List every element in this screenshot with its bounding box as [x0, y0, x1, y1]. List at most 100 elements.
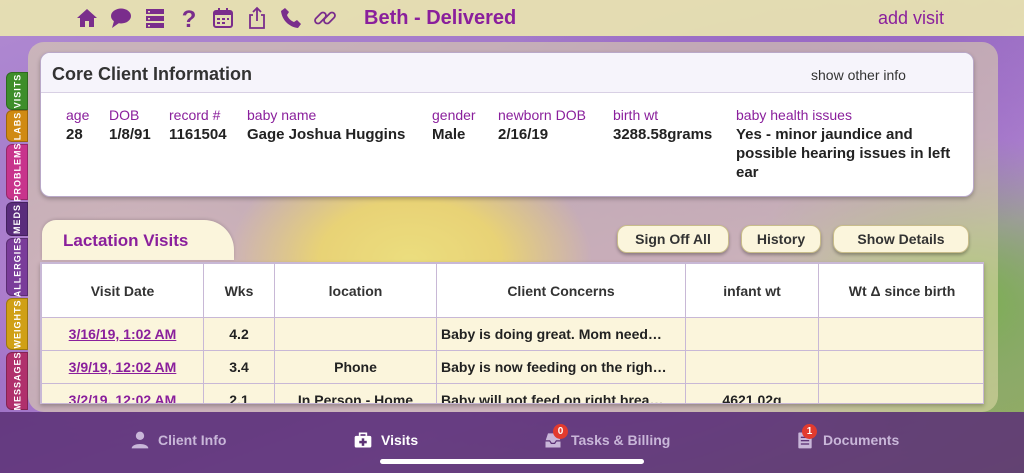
cell-wt-delta — [818, 317, 983, 351]
field-value: Yes - minor jaundice and possible hearin… — [736, 126, 951, 181]
cell-location: In Person - Home — [274, 383, 437, 403]
side-tab-label: Meds — [12, 203, 23, 235]
table-row[interactable]: 3/2/19, 12:02 AM 2.1 In Person - Home Ba… — [41, 383, 983, 403]
field-label: gender — [432, 107, 476, 123]
tab-client-info[interactable]: Client Info — [130, 430, 226, 450]
side-tab-labs[interactable]: Labs — [6, 110, 28, 142]
tab-label: Tasks & Billing — [571, 432, 671, 448]
field-birth-wt: birth wt 3288.58grams — [613, 107, 712, 144]
visit-date-link[interactable]: 3/9/19, 12:02 AM — [41, 350, 204, 384]
field-label: baby name — [247, 107, 317, 123]
table-header-row: Visit Date Wks location Client Concerns … — [41, 263, 983, 318]
side-tab-meds[interactable]: Meds — [6, 202, 28, 236]
side-tab-messages[interactable]: Messages — [6, 351, 28, 411]
tab-visits[interactable]: Visits — [353, 430, 418, 450]
lactation-visits-table: Visit Date Wks location Client Concerns … — [40, 262, 984, 404]
side-tab-label: Weights — [12, 299, 22, 349]
side-tab-visits[interactable]: Visits — [6, 72, 28, 110]
cell-location: Phone — [274, 350, 437, 384]
side-tab-label: Messages — [12, 351, 23, 411]
side-tab-label: Problems — [12, 142, 23, 202]
field-value: Gage Joshua Huggins — [247, 126, 406, 143]
tab-tasks-billing[interactable]: 0 Tasks & Billing — [543, 424, 671, 450]
person-icon — [131, 431, 149, 449]
show-other-info-button[interactable]: show other info — [811, 67, 906, 83]
link-icon[interactable] — [310, 2, 340, 34]
column-header-visit-date[interactable]: Visit Date — [41, 263, 204, 318]
side-tab-allergies[interactable]: Allergies — [6, 236, 28, 298]
lactation-visits-title: Lactation Visits — [63, 231, 189, 250]
field-label: record # — [169, 107, 221, 123]
tab-label: Visits — [381, 432, 419, 448]
tasks-badge: 0 — [553, 424, 568, 439]
field-value: 3288.58grams — [613, 126, 713, 143]
field-value: 1161504 — [169, 126, 227, 143]
lactation-visits-tab: Lactation Visits — [42, 220, 234, 260]
field-label: birth wt — [613, 107, 659, 123]
documents-badge: 1 — [802, 424, 817, 439]
field-baby-name: baby name Gage Joshua Huggins — [247, 107, 405, 144]
field-age: age 28 — [66, 107, 89, 144]
column-header-concerns[interactable]: Client Concerns — [436, 263, 686, 318]
side-tab-label: Labs — [12, 111, 22, 141]
field-dob: DOB 1/8/91 — [109, 107, 151, 144]
top-icon-bar: ? — [72, 2, 340, 34]
field-label: baby health issues — [736, 107, 852, 123]
cell-location — [274, 317, 437, 351]
cell-wt-delta — [818, 350, 983, 384]
side-tab-label: Allergies — [12, 236, 23, 298]
field-value: 1/8/91 — [109, 126, 151, 143]
side-tab-problems[interactable]: Problems — [6, 142, 28, 202]
field-value: 2/16/19 — [498, 126, 549, 143]
tab-label: Documents — [823, 432, 900, 448]
visit-date-link[interactable]: 3/2/19, 12:02 AM — [41, 383, 204, 403]
home-icon[interactable] — [72, 2, 102, 34]
page-title: Beth - Delivered — [364, 7, 517, 29]
core-client-title: Core Client Information — [52, 64, 253, 84]
cell-wks: 4.2 — [203, 317, 275, 351]
list-icon[interactable] — [140, 2, 170, 34]
column-header-wt-delta[interactable]: Wt Δ since birth — [818, 263, 983, 318]
show-details-button[interactable]: Show Details — [833, 225, 969, 253]
share-icon[interactable] — [242, 2, 272, 34]
field-label: newborn DOB — [498, 107, 586, 123]
visit-date-link[interactable]: 3/16/19, 1:02 AM — [41, 317, 204, 351]
cell-infant-wt — [685, 350, 819, 384]
table-row[interactable]: 3/16/19, 1:02 AM 4.2 Baby is doing great… — [41, 317, 983, 351]
field-gender: gender Male — [432, 107, 476, 144]
column-header-location[interactable]: location — [274, 263, 437, 318]
core-client-header: Core Client Information show other info — [41, 53, 973, 93]
cell-concerns: Baby will not feed on right brea… — [436, 383, 686, 403]
field-value: 28 — [66, 126, 83, 143]
tab-label: Client Info — [158, 432, 227, 448]
home-indicator[interactable] — [380, 459, 644, 464]
field-baby-health: baby health issues Yes - minor jaundice … — [736, 107, 971, 182]
column-header-infant-wt[interactable]: infant wt — [685, 263, 819, 318]
field-value: Male — [432, 126, 466, 143]
field-label: DOB — [109, 107, 140, 123]
cell-wks: 3.4 — [203, 350, 275, 384]
cell-infant-wt — [685, 317, 819, 351]
add-visit-button[interactable]: add visit — [878, 8, 944, 29]
help-icon[interactable]: ? — [174, 2, 204, 34]
core-client-card: Core Client Information show other info … — [40, 52, 974, 197]
cell-wt-delta — [818, 383, 983, 403]
phone-icon[interactable] — [276, 2, 306, 34]
history-button[interactable]: History — [741, 225, 821, 253]
svg-text:?: ? — [182, 6, 197, 30]
top-bar: ? Beth - Delivered add visit — [0, 0, 1024, 36]
field-record: record # 1161504 — [169, 107, 227, 144]
side-tab-label: Visits — [12, 73, 23, 109]
tab-documents[interactable]: 1 Documents — [795, 424, 900, 450]
table-row[interactable]: 3/9/19, 12:02 AM 3.4 Phone Baby is now f… — [41, 350, 983, 384]
side-tab-weights[interactable]: Weights — [6, 298, 28, 350]
cell-infant-wt: 4621.02g — [685, 383, 819, 403]
field-label: age — [66, 107, 90, 123]
medical-bag-icon — [354, 432, 372, 448]
calendar-icon[interactable] — [208, 2, 238, 34]
sign-off-all-button[interactable]: Sign Off All — [617, 225, 729, 253]
cell-concerns: Baby is now feeding on the righ… — [436, 350, 686, 384]
column-header-wks[interactable]: Wks — [203, 263, 275, 318]
field-newborn-dob: newborn DOB 2/16/19 — [498, 107, 586, 144]
chat-icon[interactable] — [106, 2, 136, 34]
